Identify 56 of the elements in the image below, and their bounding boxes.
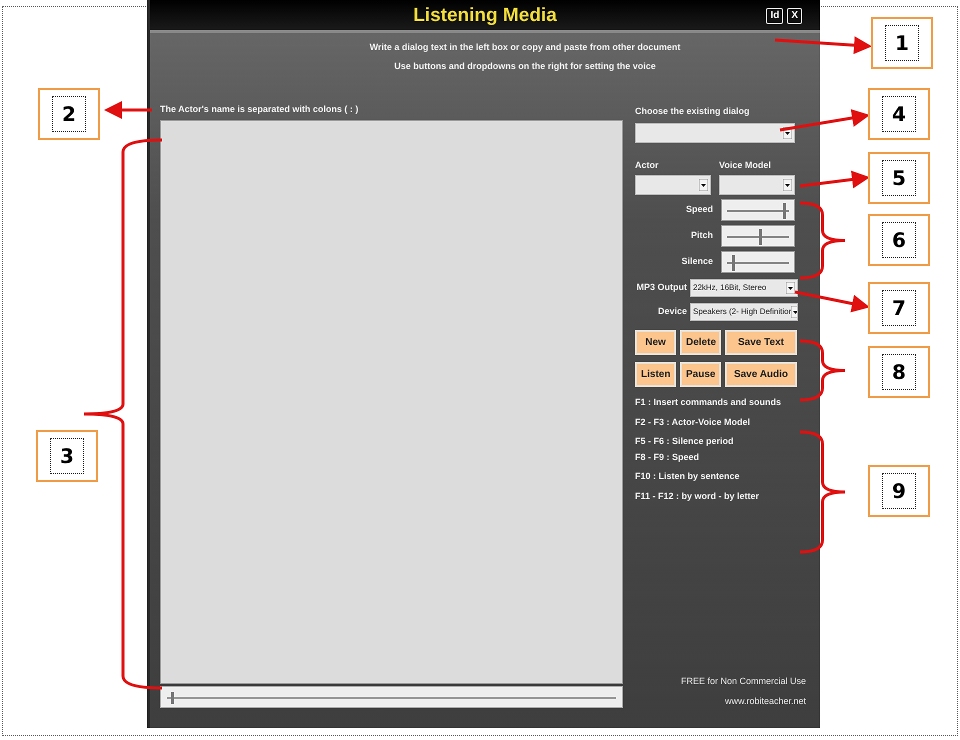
dropdown[interactable]: Speakers (2- High Definitior <box>690 303 798 321</box>
field-label: MP3 Output <box>636 281 687 294</box>
slider-label: Silence <box>681 255 713 268</box>
footer-text: FREE for Non Commercial Use <box>680 675 806 688</box>
callout-number: 5 <box>882 160 916 196</box>
action-button[interactable]: Delete <box>680 330 721 355</box>
callout-number: 1 <box>885 25 919 61</box>
position-slider[interactable] <box>160 686 623 708</box>
action-button[interactable]: New <box>635 330 676 355</box>
callout-arrow <box>104 101 152 119</box>
action-button[interactable]: Pause <box>680 362 721 387</box>
dropdown-value: Speakers (2- High Definitior <box>693 306 792 318</box>
shortcut-text: F11 - F12 : by word - by letter <box>635 490 760 503</box>
editor-label: The Actor's name is separated with colons ( : ) <box>160 103 360 116</box>
caret-icon <box>699 179 708 191</box>
callout-number: 3 <box>50 438 84 474</box>
dropdown-value: 22kHz, 16Bit, Stereo <box>693 282 766 294</box>
instruction-text: Use buttons and dropdowns on the right for setting the voice <box>394 60 656 73</box>
callout-number: 8 <box>882 354 916 390</box>
slider-thumb[interactable] <box>759 229 762 245</box>
shortcut-text: F2 - F3 : Actor-Voice Model <box>635 416 752 428</box>
slider-thumb[interactable] <box>732 255 735 271</box>
dropdown[interactable] <box>635 122 795 142</box>
window-title: Listening Media <box>413 6 557 25</box>
dropdown[interactable]: 22kHz, 16Bit, Stereo <box>690 279 798 297</box>
slider[interactable] <box>721 251 795 273</box>
shortcut-text: F8 - F9 : Speed <box>635 450 700 464</box>
field-label: Actor <box>635 158 660 172</box>
wide-action-button[interactable]: Save Audio <box>725 362 797 387</box>
caret-icon <box>783 179 792 191</box>
callout-number: 6 <box>882 222 916 258</box>
field-label: Voice Model <box>719 158 771 172</box>
shortcut-text: F10 : Listen by sentence <box>635 470 741 483</box>
caret-icon <box>786 282 795 294</box>
slider-label: Speed <box>686 203 713 216</box>
slider[interactable] <box>721 225 795 247</box>
field-label: Choose the existing dialog <box>635 105 751 118</box>
callout-number: 2 <box>52 96 86 132</box>
callout-bracket <box>800 340 846 402</box>
action-button[interactable]: Listen <box>635 362 676 387</box>
shortcut-text: F1 : Insert commands and sounds <box>635 396 782 409</box>
instruction-text: Write a dialog text in the left box or copy and paste from other document <box>370 41 680 54</box>
callout-arrow <box>800 170 870 188</box>
slider-thumb[interactable] <box>783 203 786 219</box>
footer-text: www.robiteacher.net <box>724 694 806 708</box>
callout-number: 9 <box>882 473 916 509</box>
slider[interactable] <box>721 199 795 221</box>
callout-number: 7 <box>882 290 916 326</box>
slider-label: Pitch <box>690 229 713 242</box>
field-label: Device <box>658 305 687 318</box>
callout-number: 4 <box>882 96 916 132</box>
title-bar-button[interactable]: Id <box>766 8 784 24</box>
slider-thumb[interactable] <box>171 692 174 704</box>
title-bar-button[interactable]: X <box>787 8 802 24</box>
wide-action-button[interactable]: Save Text <box>725 330 797 355</box>
shortcut-text: F5 - F6 : Silence period <box>635 435 735 448</box>
